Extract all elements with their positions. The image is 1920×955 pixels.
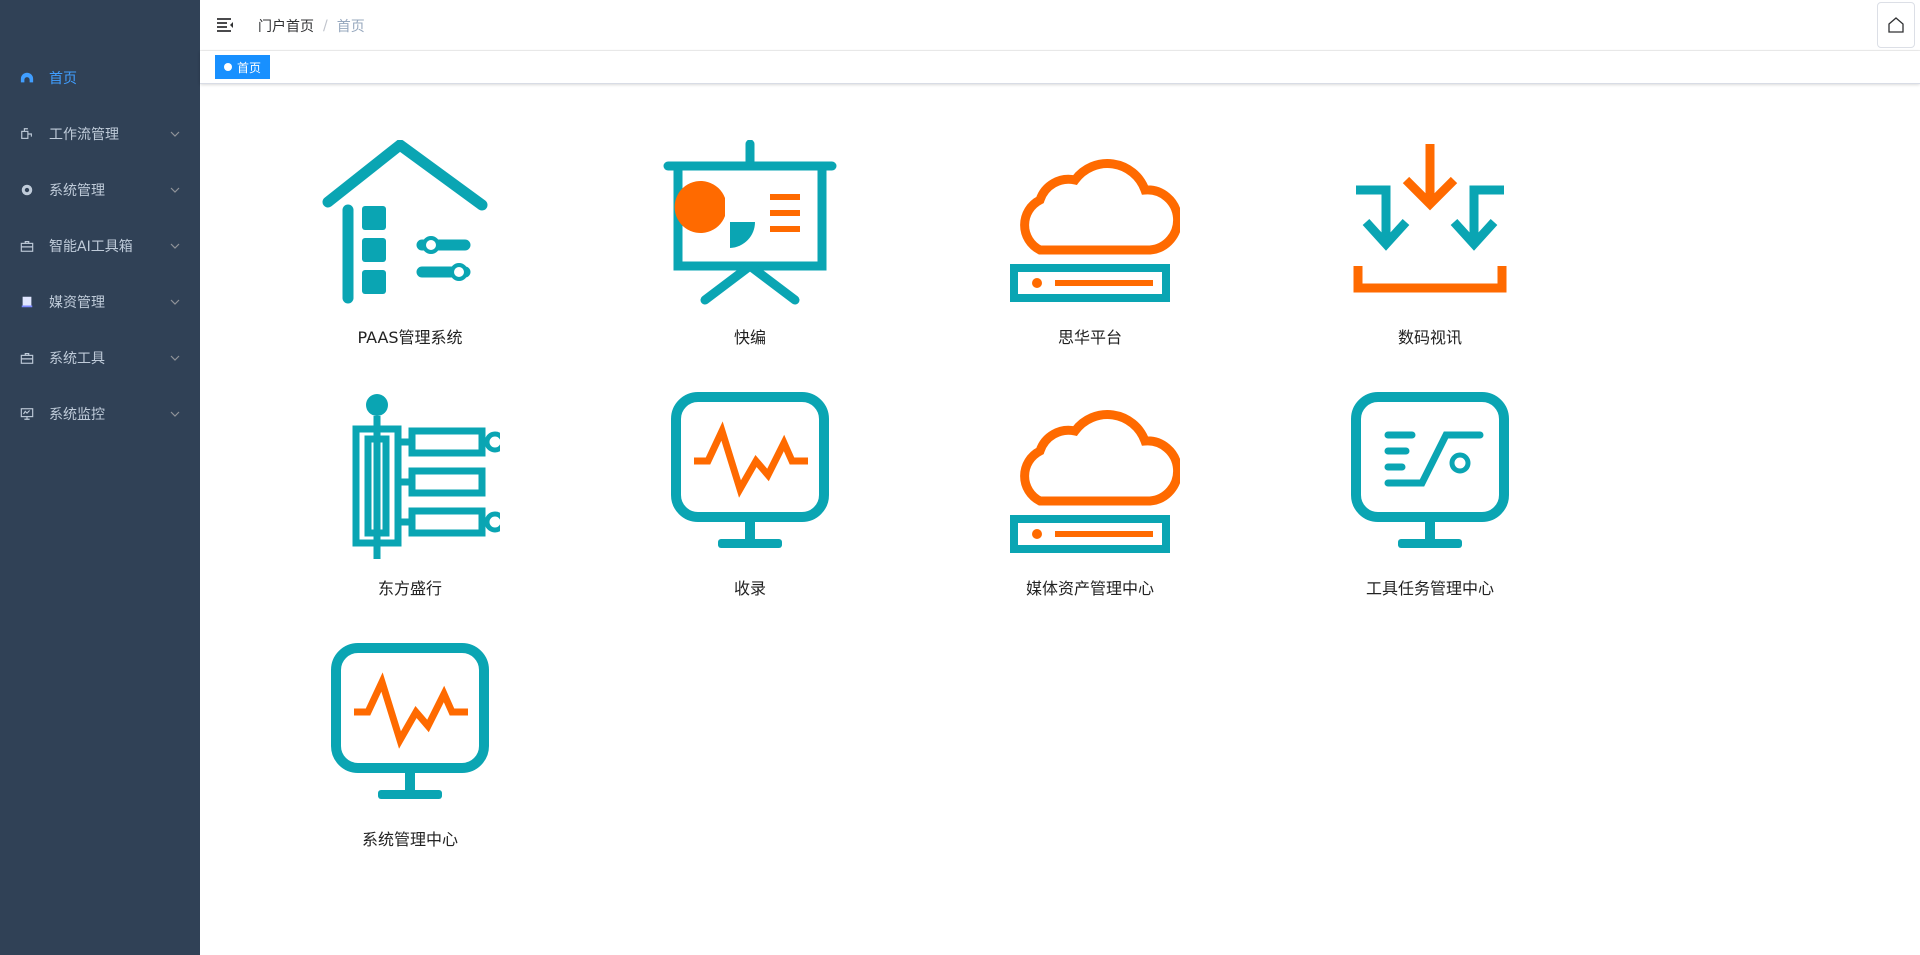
app-card-label: PAAS管理系统	[357, 328, 463, 347]
sidebar-menu: 首页 工作流管理 系统管理 智能AI工具箱 媒资管理 系统工具 系统监控	[0, 50, 200, 442]
monitor-icon	[19, 406, 35, 422]
sidebar-item-label: 首页	[49, 71, 77, 87]
sidebar-item-home[interactable]: 首页	[0, 50, 200, 106]
workflow-icon	[19, 126, 35, 142]
chevron-down-icon	[170, 243, 180, 249]
tag-dot	[224, 63, 232, 71]
server-rack-icon	[352, 394, 500, 559]
sidebar-item-ai-toolbox[interactable]: 智能AI工具箱	[0, 218, 200, 274]
app-card-label: 系统管理中心	[361, 830, 458, 849]
hamburger-icon[interactable]	[215, 15, 235, 35]
app-card-label: 东方盛行	[377, 579, 442, 598]
sidebar: 首页 工作流管理 系统管理 智能AI工具箱 媒资管理 系统工具 系统监控	[0, 0, 200, 955]
sidebar-item-label: 系统监控	[49, 407, 105, 423]
toolbox-icon	[19, 350, 35, 366]
gear-icon	[19, 182, 35, 198]
sidebar-item-label: 系统管理	[49, 183, 105, 199]
chevron-down-icon	[170, 187, 180, 193]
sidebar-item-monitor[interactable]: 系统监控	[0, 386, 200, 442]
app-card-tool-task[interactable]: 工具任务管理中心	[1310, 391, 1550, 599]
home-icon	[1888, 17, 1904, 33]
app-card-sihua[interactable]: 思华平台	[970, 140, 1210, 348]
app-card-label: 数码视讯	[1397, 328, 1462, 347]
presentation-board-icon	[663, 140, 837, 305]
app-card-media-center[interactable]: 媒体资产管理中心	[970, 391, 1210, 599]
monitor-pulse-icon	[671, 392, 829, 548]
app-card-shuma[interactable]: 数码视讯	[1310, 140, 1550, 348]
app-card-label: 思华平台	[1057, 328, 1122, 347]
chevron-down-icon	[170, 355, 180, 361]
tag-label: 首页	[237, 60, 262, 75]
chevron-down-icon	[170, 299, 180, 305]
app-card-system-center[interactable]: 系统管理中心	[290, 642, 530, 850]
home-button[interactable]	[1877, 2, 1915, 48]
sidebar-item-label: 媒资管理	[49, 295, 105, 311]
app-card-paas[interactable]: PAAS管理系统	[290, 140, 530, 348]
app-card-dongfang[interactable]: 东方盛行	[290, 391, 530, 599]
app-card-label: 媒体资产管理中心	[1025, 579, 1154, 598]
media-icon	[19, 294, 35, 310]
sidebar-item-system[interactable]: 系统管理	[0, 162, 200, 218]
sidebar-item-label: 智能AI工具箱	[49, 239, 133, 255]
app-card-shoulu[interactable]: 收录	[630, 391, 870, 599]
chevron-down-icon	[170, 131, 180, 137]
sidebar-item-workflow[interactable]: 工作流管理	[0, 106, 200, 162]
sidebar-item-label: 系统工具	[49, 351, 105, 367]
navbar: 门户首页 / 首页	[200, 0, 1920, 51]
app-card-kuaibian[interactable]: 快编	[630, 140, 870, 348]
dashboard-icon	[19, 70, 35, 86]
sidebar-item-system-tools[interactable]: 系统工具	[0, 330, 200, 386]
tags-view: 首页	[200, 51, 1920, 84]
monitor-dashboard-icon	[1351, 392, 1509, 548]
app-card-label: 收录	[733, 579, 766, 598]
app-card-label: 工具任务管理中心	[1365, 579, 1494, 598]
tag-home[interactable]: 首页	[215, 55, 271, 79]
breadcrumb-current: 首页	[336, 19, 365, 35]
sidebar-item-label: 工作流管理	[49, 127, 119, 143]
toolbox-icon	[19, 238, 35, 254]
cloud-server-icon	[1010, 159, 1180, 302]
sidebar-item-media[interactable]: 媒资管理	[0, 274, 200, 330]
monitor-pulse-icon	[331, 643, 489, 799]
app-card-label: 快编	[733, 328, 766, 347]
inbox-download-icon	[1353, 144, 1507, 293]
breadcrumb-portal-home[interactable]: 门户首页	[258, 16, 314, 36]
chevron-down-icon	[170, 411, 180, 417]
breadcrumb: 门户首页 / 首页	[258, 16, 365, 36]
cloud-server-icon	[1010, 410, 1180, 553]
house-settings-icon	[322, 140, 488, 304]
breadcrumb-separator: /	[323, 18, 328, 34]
